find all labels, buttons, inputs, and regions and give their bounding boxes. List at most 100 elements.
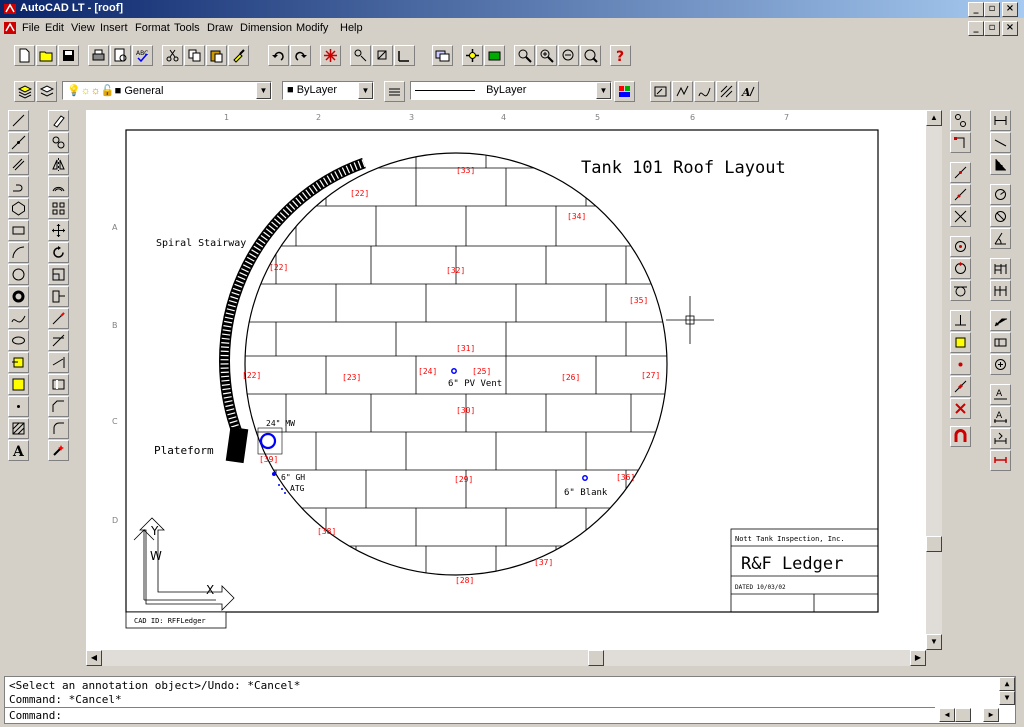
redo-button[interactable] <box>290 45 311 66</box>
menu-draw[interactable]: Draw <box>207 22 233 34</box>
vertical-scroll-thumb[interactable] <box>926 536 942 552</box>
hatch-tool[interactable] <box>8 418 29 439</box>
snap-midpoint-tool[interactable] <box>950 162 971 183</box>
dim-baseline-tool[interactable] <box>990 258 1011 279</box>
copy-button[interactable] <box>184 45 205 66</box>
dim-text-edit-tool[interactable]: A <box>990 406 1011 427</box>
snap-apparent-intersection-tool[interactable] <box>950 206 971 227</box>
line-tool[interactable] <box>8 110 29 131</box>
snap-none-tool[interactable] <box>950 398 971 419</box>
edit-polyline-button[interactable] <box>672 81 693 102</box>
edit-text-button[interactable] <box>650 81 671 102</box>
point-tool[interactable] <box>8 396 29 417</box>
cmd-scroll-up-arrow-icon[interactable]: ▲ <box>999 677 1015 691</box>
snap-nearest-tool[interactable] <box>950 376 971 397</box>
multiline-text-tool[interactable]: A <box>8 440 29 461</box>
close-button[interactable]: × <box>1002 2 1018 17</box>
help-button[interactable]: ? <box>610 45 631 66</box>
copy-object-tool[interactable] <box>48 132 69 153</box>
undo-button[interactable] <box>268 45 289 66</box>
snap-tangent-tool[interactable] <box>950 280 971 301</box>
spline-tool[interactable] <box>8 308 29 329</box>
color-dropdown-arrow-icon[interactable]: ▼ <box>358 82 373 99</box>
ucs-button[interactable] <box>394 45 415 66</box>
rotate-tool[interactable] <box>48 242 69 263</box>
layers-button[interactable] <box>36 81 57 102</box>
center-mark-tool[interactable] <box>990 354 1011 375</box>
object-snap-button[interactable] <box>372 45 393 66</box>
make-block-tool[interactable] <box>8 374 29 395</box>
dim-diameter-tool[interactable] <box>990 206 1011 227</box>
scroll-left-arrow-icon[interactable]: ◀ <box>86 650 102 666</box>
scroll-up-arrow-icon[interactable]: ▲ <box>926 110 942 126</box>
new-button[interactable] <box>14 45 35 66</box>
move-tool[interactable] <box>48 220 69 241</box>
doc-minimize-button[interactable]: _ <box>968 21 984 36</box>
polygon-tool[interactable] <box>8 198 29 219</box>
menu-view[interactable]: View <box>71 22 95 34</box>
menu-help[interactable]: Help <box>340 22 363 34</box>
doc-restore-button[interactable]: ▫ <box>984 21 1000 36</box>
menu-format[interactable]: Format <box>135 22 170 34</box>
linetype-dropdown[interactable]: ByLayer ▼ <box>410 81 612 100</box>
cmd-scroll-right-arrow-icon[interactable]: ▶ <box>983 708 999 722</box>
edit-spline-button[interactable] <box>694 81 715 102</box>
zoom-window-button[interactable] <box>536 45 557 66</box>
dim-edit-tool[interactable]: A <box>990 384 1011 405</box>
restore-button[interactable]: ▫ <box>984 2 1000 17</box>
minimize-button[interactable]: _ <box>968 2 984 17</box>
chamfer-tool[interactable] <box>48 396 69 417</box>
offset-tool[interactable] <box>48 176 69 197</box>
break-tool[interactable] <box>48 374 69 395</box>
dim-radius-tool[interactable] <box>990 184 1011 205</box>
trim-tool[interactable] <box>48 330 69 351</box>
explode-tool[interactable] <box>48 440 69 461</box>
cmd-scroll-left-arrow-icon[interactable]: ◀ <box>939 708 955 722</box>
stretch-tool[interactable] <box>48 286 69 307</box>
tolerance-tool[interactable] <box>990 332 1011 353</box>
menu-insert[interactable]: Insert <box>100 22 128 34</box>
document-icon[interactable] <box>3 21 17 35</box>
print-button[interactable] <box>88 45 109 66</box>
zoom-realtime-button[interactable] <box>514 45 535 66</box>
doc-close-button[interactable]: × <box>1002 21 1018 36</box>
properties-button[interactable] <box>614 81 635 102</box>
polyline-tool[interactable] <box>8 176 29 197</box>
menu-dimension[interactable]: Dimension <box>240 22 292 34</box>
running-osnap-tool[interactable] <box>950 426 971 447</box>
snap-from-button[interactable] <box>350 45 371 66</box>
horizontal-scrollbar[interactable]: ◀ ▶ <box>86 650 926 666</box>
zoom-extents-button[interactable] <box>580 45 601 66</box>
menu-file[interactable]: File <box>22 22 40 34</box>
rectangle-tool[interactable] <box>8 220 29 241</box>
paste-button[interactable] <box>206 45 227 66</box>
drawing-canvas[interactable]: 1 2 3 4 5 6 7 A B C D Tank 101 Roof Layo… <box>86 110 926 650</box>
layer-dropdown[interactable]: 💡☼☼🔓■ General ▼ <box>62 81 272 100</box>
construction-line-tool[interactable] <box>8 132 29 153</box>
multiline-tool[interactable] <box>8 154 29 175</box>
tracking-button[interactable] <box>320 45 341 66</box>
make-object-layer-current-button[interactable] <box>14 81 35 102</box>
dim-update-tool[interactable] <box>990 428 1011 449</box>
fillet-tool[interactable] <box>48 418 69 439</box>
cmd-scroll-down-arrow-icon[interactable]: ▼ <box>999 691 1015 705</box>
scroll-down-arrow-icon[interactable]: ▼ <box>926 634 942 650</box>
insert-block-tool[interactable] <box>8 352 29 373</box>
menu-modify[interactable]: Modify <box>296 22 328 34</box>
dim-linear-tool[interactable] <box>990 110 1011 131</box>
scale-tool[interactable] <box>48 264 69 285</box>
pan-button[interactable] <box>462 45 483 66</box>
mirror-tool[interactable] <box>48 154 69 175</box>
linetype-dropdown-arrow-icon[interactable]: ▼ <box>596 82 611 99</box>
horizontal-scroll-thumb[interactable] <box>588 650 604 666</box>
dim-ordinate-tool[interactable] <box>990 154 1011 175</box>
menu-edit[interactable]: Edit <box>45 22 64 34</box>
vertical-scrollbar[interactable]: ▲ ▼ <box>926 110 942 650</box>
dim-style-tool[interactable] <box>990 450 1011 471</box>
dim-aligned-tool[interactable] <box>990 132 1011 153</box>
match-properties-button[interactable] <box>228 45 249 66</box>
circle-tool[interactable] <box>8 264 29 285</box>
cut-button[interactable] <box>162 45 183 66</box>
named-views-button[interactable] <box>484 45 505 66</box>
layer-dropdown-arrow-icon[interactable]: ▼ <box>256 82 271 99</box>
